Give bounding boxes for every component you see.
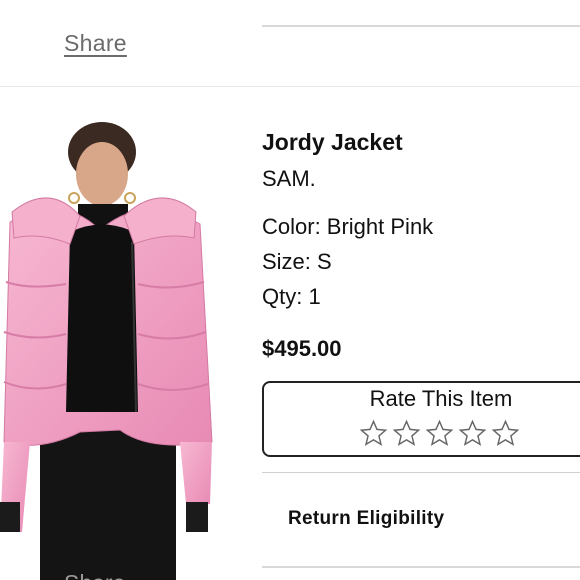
star-icon[interactable] — [458, 419, 487, 448]
product-qty: Qty: 1 — [262, 284, 321, 309]
star-icon[interactable] — [359, 419, 388, 448]
divider — [262, 472, 580, 473]
share-link[interactable]: Share — [64, 570, 125, 580]
divider — [0, 86, 580, 87]
return-eligibility-link[interactable]: Return Eligibility — [288, 508, 444, 530]
divider — [262, 25, 580, 27]
star-icon[interactable] — [392, 419, 421, 448]
rate-item-title: Rate This Item — [369, 386, 513, 411]
product-color: Color: Bright Pink — [262, 214, 434, 239]
star-rating — [359, 419, 520, 448]
product-title[interactable]: Jordy Jacket — [262, 129, 403, 156]
product-image[interactable] — [0, 112, 222, 580]
product-size: Size: S — [262, 249, 332, 274]
rate-item-box: Rate This Item — [262, 381, 580, 457]
share-link[interactable]: Share — [64, 30, 127, 57]
star-icon[interactable] — [425, 419, 454, 448]
star-icon[interactable] — [491, 419, 520, 448]
order-item-page: Share Jordy Jacket SAM. Color: Bright Pi… — [0, 0, 580, 580]
pink-puffer-jacket-photo — [0, 112, 222, 580]
divider — [262, 566, 580, 568]
product-price: $495.00 — [262, 336, 342, 361]
product-brand: SAM. — [262, 166, 316, 191]
